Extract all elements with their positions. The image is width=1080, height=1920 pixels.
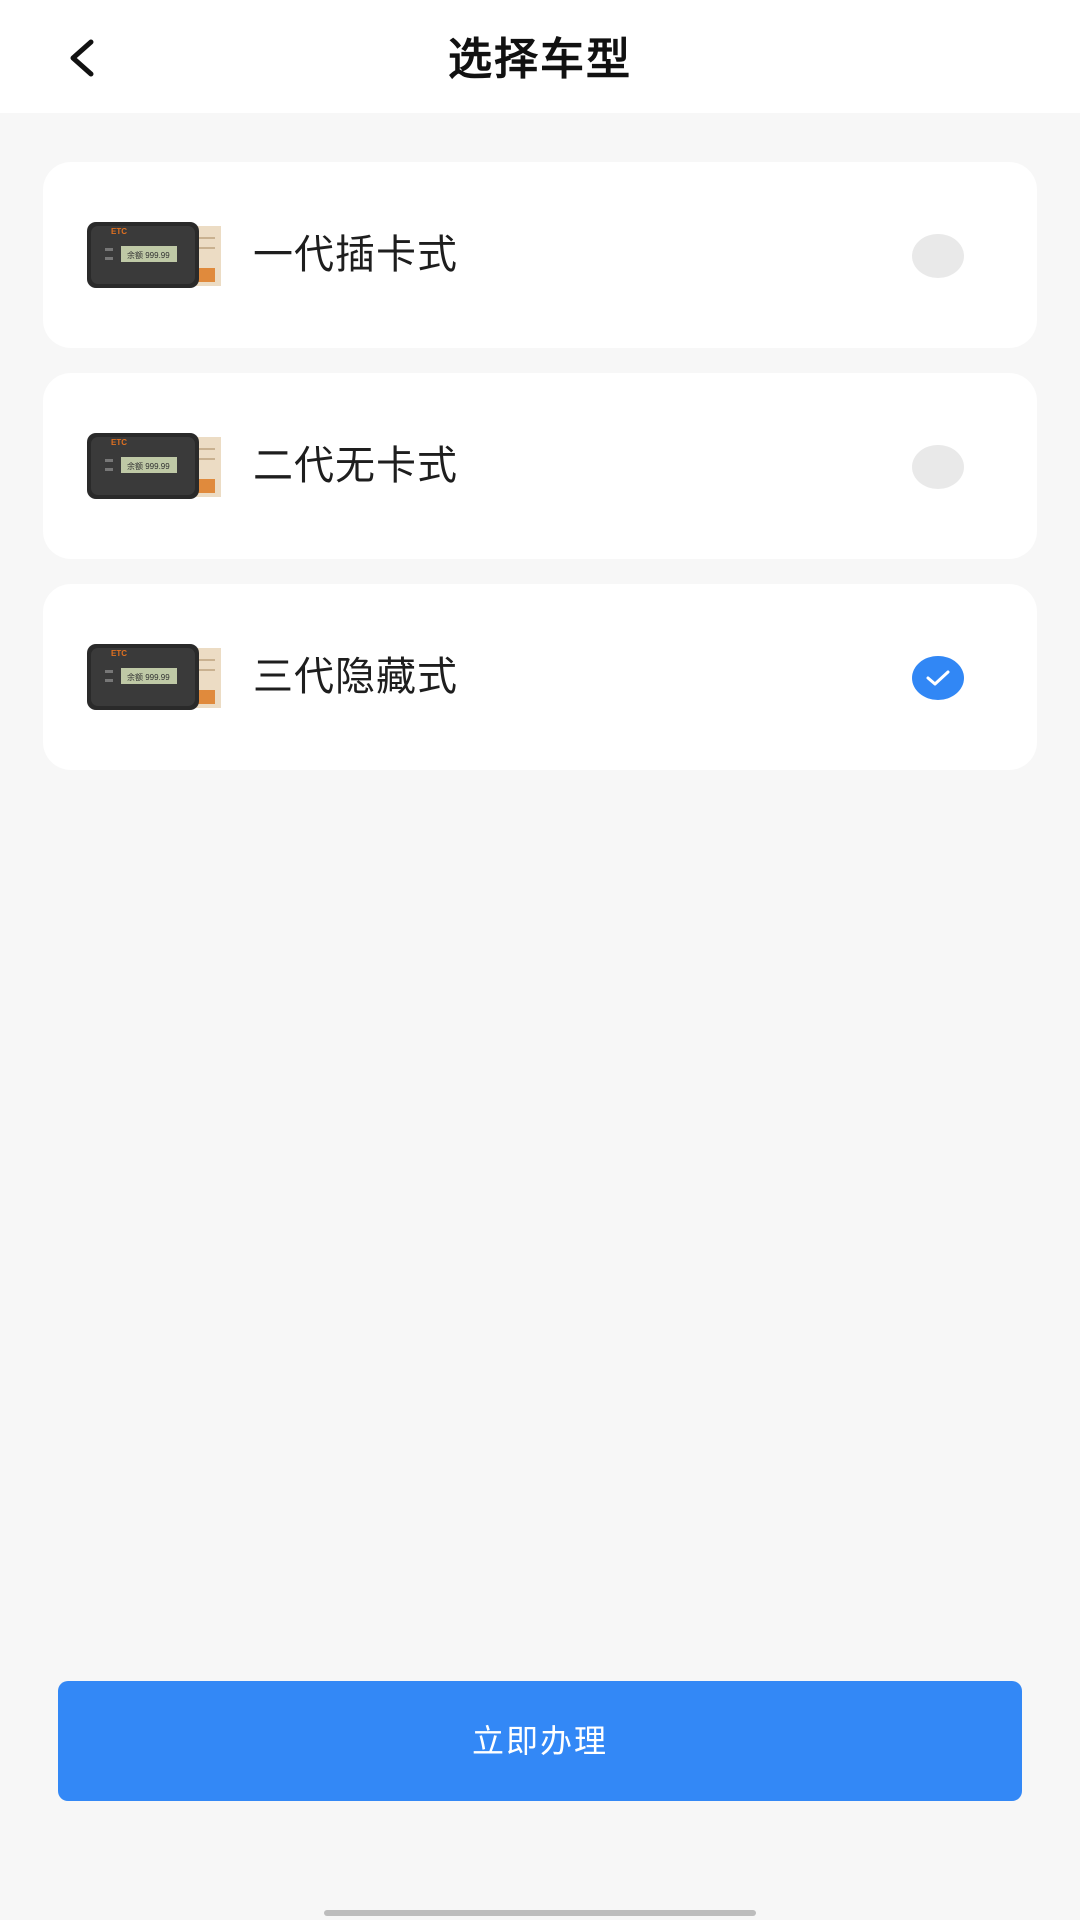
radio-unselected[interactable] xyxy=(912,234,964,278)
etc-device-image: ETC 余额 999.99 xyxy=(87,644,221,710)
device-screen-text: 余额 999.99 xyxy=(127,250,170,260)
option-card-gen3[interactable]: ETC 余额 999.99 三代隐藏式 xyxy=(43,584,1037,770)
page-title: 选择车型 xyxy=(448,34,632,85)
vehicle-type-list: ETC 余额 999.99 一代插卡式 ETC 余额 999.99 二代无卡式 xyxy=(43,162,1037,795)
device-screen-text: 余额 999.99 xyxy=(127,672,170,682)
radio-selected[interactable] xyxy=(912,656,964,700)
checkmark-icon xyxy=(926,670,950,686)
device-brand-text: ETC xyxy=(111,649,127,658)
radio-unselected[interactable] xyxy=(912,445,964,489)
apply-now-button[interactable]: 立即办理 xyxy=(58,1681,1022,1801)
option-card-gen2[interactable]: ETC 余额 999.99 二代无卡式 xyxy=(43,373,1037,559)
option-label: 二代无卡式 xyxy=(253,443,458,489)
device-brand-text: ETC xyxy=(111,438,127,447)
option-label: 一代插卡式 xyxy=(253,232,458,278)
home-indicator[interactable] xyxy=(324,1910,756,1916)
device-screen-text: 余额 999.99 xyxy=(127,461,170,471)
option-card-gen1[interactable]: ETC 余额 999.99 一代插卡式 xyxy=(43,162,1037,348)
device-brand-text: ETC xyxy=(111,227,127,236)
etc-device-image: ETC 余额 999.99 xyxy=(87,222,221,288)
etc-device-image: ETC 余额 999.99 xyxy=(87,433,221,499)
top-bar: 选择车型 xyxy=(0,0,1080,113)
option-label: 三代隐藏式 xyxy=(253,654,458,700)
